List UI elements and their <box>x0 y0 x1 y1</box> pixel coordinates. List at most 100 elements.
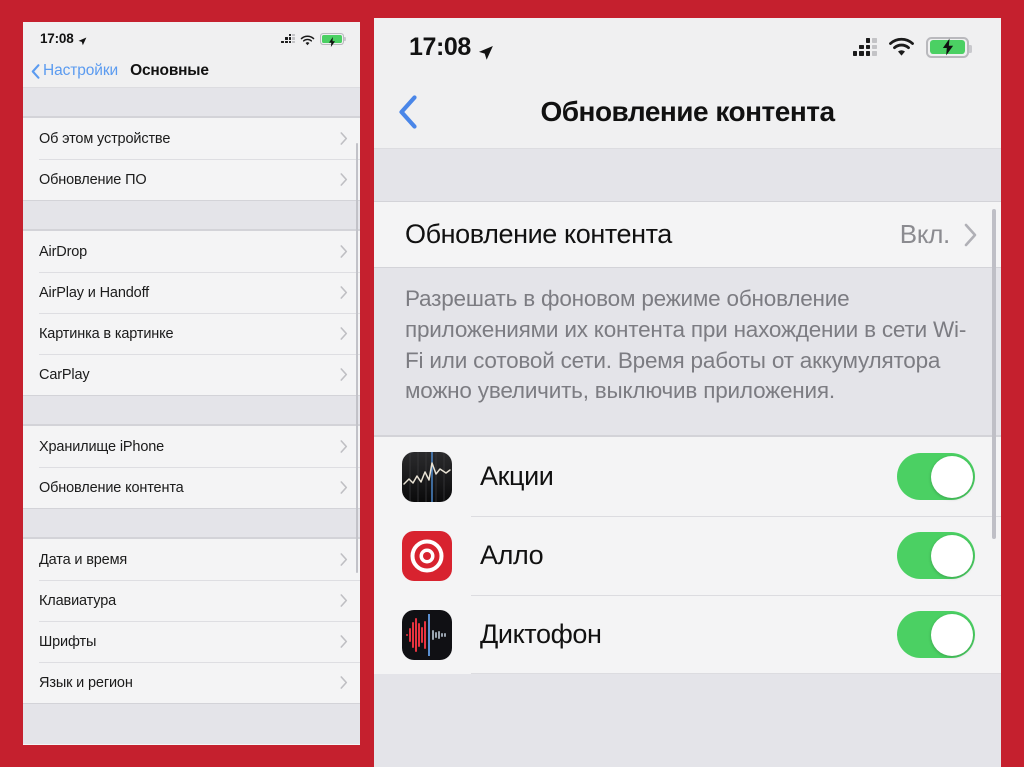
row-label: AirDrop <box>39 243 88 260</box>
sidebar-item-iphone-storage[interactable]: Хранилище iPhone <box>23 426 360 467</box>
list-section-gap <box>23 396 360 425</box>
row-label: Клавиатура <box>39 592 117 609</box>
location-arrow-icon <box>478 39 494 60</box>
row-label: Об этом устройстве <box>39 130 171 147</box>
row-label: Хранилище iPhone <box>39 438 165 455</box>
cellular-signal-icon <box>281 33 295 44</box>
app-refresh-toggle[interactable] <box>897 532 975 580</box>
row-label: Картинка в картинке <box>39 325 174 342</box>
left-nav-bar: Настройки Основные <box>23 55 360 88</box>
toggle-knob <box>930 534 973 577</box>
setting-label: Обновление контента <box>405 219 672 249</box>
location-arrow-icon <box>78 34 87 46</box>
sidebar-item-keyboard[interactable]: Клавиатура <box>23 580 360 621</box>
left-status-time: 17:08 <box>40 31 74 46</box>
screenshot-stage: 17:08 Настройки Основные Об этом устройс… <box>0 0 1024 767</box>
back-to-settings-button[interactable]: Настройки <box>31 62 118 80</box>
row-label: CarPlay <box>39 366 90 383</box>
chevron-right-icon <box>340 635 348 648</box>
app-refresh-toggle[interactable] <box>897 453 975 501</box>
setting-description-text: Разрешать в фоновом режиме обновление пр… <box>374 268 1001 437</box>
allo-app-icon <box>402 530 452 581</box>
chevron-left-icon <box>398 95 418 129</box>
chevron-right-icon <box>340 245 348 258</box>
battery-charging-icon <box>926 36 972 58</box>
chevron-right-icon <box>340 327 348 340</box>
app-label: Диктофон <box>480 619 602 650</box>
row-label: Шрифты <box>39 633 97 650</box>
list-section-gap <box>23 88 360 117</box>
right-status-icons <box>852 36 972 58</box>
sidebar-item-language-region[interactable]: Язык и регион <box>23 662 360 703</box>
left-home-indicator-area <box>23 744 360 745</box>
chevron-right-icon <box>340 481 348 494</box>
right-page-title: Обновление контента <box>540 96 835 127</box>
chevron-right-icon <box>340 286 348 299</box>
sidebar-item-fonts[interactable]: Шрифты <box>23 621 360 662</box>
sidebar-item-background-app-refresh[interactable]: Обновление контента <box>23 467 360 508</box>
chevron-right-icon <box>340 173 348 186</box>
app-toggle-list: Акции Алло Диктофон <box>374 436 1001 675</box>
row-label: Обновление ПО <box>39 171 147 188</box>
app-row-voice-memos[interactable]: Диктофон <box>374 595 1001 675</box>
app-refresh-toggle[interactable] <box>897 611 975 659</box>
back-label: Настройки <box>43 62 119 79</box>
left-phone-screenshot: 17:08 Настройки Основные Об этом устройс… <box>23 22 360 745</box>
left-status-time-group: 17:08 <box>40 31 87 46</box>
wifi-icon <box>300 33 315 46</box>
content-section-gap <box>374 149 1001 202</box>
sidebar-item-software-update[interactable]: Обновление ПО <box>23 159 360 200</box>
row-label: AirPlay и Handoff <box>39 284 150 301</box>
app-row-allo[interactable]: Алло <box>374 516 1001 595</box>
voice-memos-app-icon <box>402 609 452 660</box>
toggle-knob <box>930 613 973 656</box>
row-label: Обновление контента <box>39 479 184 496</box>
list-section-gap <box>23 201 360 230</box>
app-label: Акции <box>480 461 554 492</box>
toggle-knob <box>930 455 973 498</box>
background-app-refresh-setting-row[interactable]: Обновление контента Вкл. <box>374 202 1001 268</box>
chevron-right-icon <box>340 594 348 607</box>
right-nav-bar: Обновление контента <box>374 76 1001 149</box>
left-status-icons <box>281 32 347 47</box>
wifi-icon <box>888 37 915 57</box>
list-section-gap <box>23 509 360 538</box>
left-scrollbar[interactable] <box>355 143 358 573</box>
sidebar-item-carplay[interactable]: CarPlay <box>23 354 360 395</box>
chevron-right-icon <box>340 440 348 453</box>
battery-charging-icon <box>320 32 347 47</box>
row-label: Дата и время <box>39 551 128 568</box>
settings-group-storage: Хранилище iPhone Обновление контента <box>23 425 360 509</box>
chevron-right-icon <box>340 368 348 381</box>
chevron-right-icon <box>964 223 977 247</box>
settings-group-connectivity: AirDrop AirPlay и Handoff Картинка в кар… <box>23 230 360 396</box>
right-status-bar: 17:08 <box>374 18 1001 76</box>
setting-value-group: Вкл. <box>900 219 977 250</box>
app-row-stocks[interactable]: Акции <box>374 437 1001 516</box>
left-settings-list[interactable]: Об этом устройстве Обновление ПО AirDrop <box>23 88 360 744</box>
right-content-scroll[interactable]: Обновление контента Вкл. Разрешать в фон… <box>374 149 1001 767</box>
sidebar-item-picture-in-picture[interactable]: Картинка в картинке <box>23 313 360 354</box>
stocks-app-icon <box>402 451 452 502</box>
right-scrollbar[interactable] <box>992 209 996 539</box>
right-status-time-group: 17:08 <box>409 33 494 62</box>
cellular-signal-icon <box>852 38 877 56</box>
settings-group-locale: Дата и время Клавиатура Шрифты Язык и ре… <box>23 538 360 704</box>
row-label: Язык и регион <box>39 674 133 691</box>
right-status-time: 17:08 <box>409 32 471 61</box>
chevron-right-icon <box>340 553 348 566</box>
chevron-right-icon <box>340 676 348 689</box>
back-button[interactable] <box>398 90 432 134</box>
chevron-right-icon <box>340 132 348 145</box>
left-status-bar: 17:08 <box>23 22 360 55</box>
right-phone-screenshot: 17:08 Обновление контента Обновление кон… <box>374 18 1001 767</box>
sidebar-item-airplay-handoff[interactable]: AirPlay и Handoff <box>23 272 360 313</box>
sidebar-item-date-time[interactable]: Дата и время <box>23 539 360 580</box>
app-label: Алло <box>480 540 544 571</box>
setting-value: Вкл. <box>899 219 951 249</box>
left-page-title: Основные <box>130 62 209 79</box>
chevron-left-icon <box>31 63 40 79</box>
sidebar-item-about[interactable]: Об этом устройстве <box>23 118 360 159</box>
sidebar-item-airdrop[interactable]: AirDrop <box>23 231 360 272</box>
settings-group-device: Об этом устройстве Обновление ПО <box>23 117 360 201</box>
